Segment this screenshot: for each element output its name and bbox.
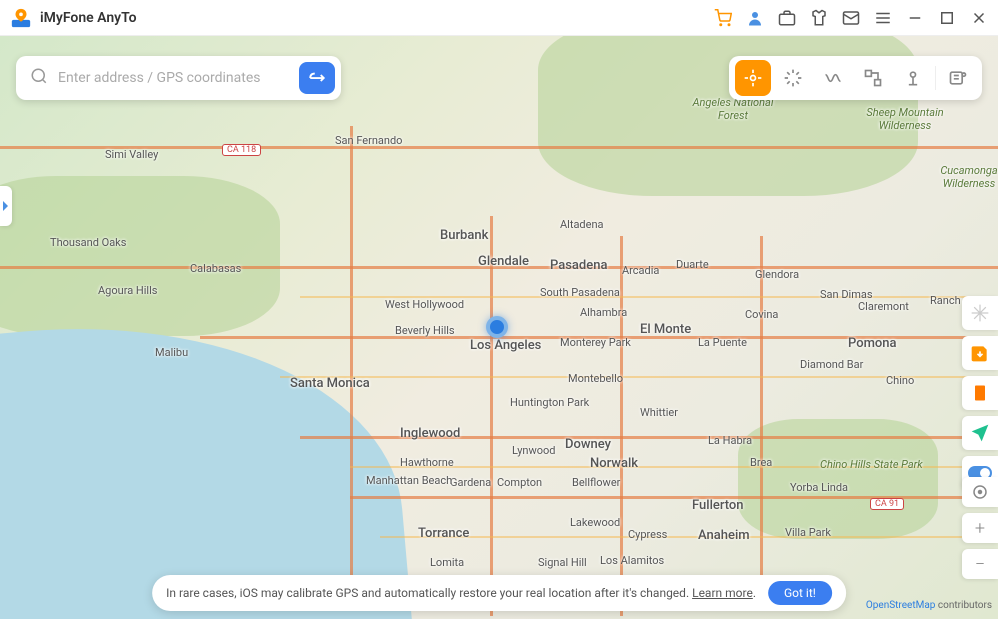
- notice-bar: In rare cases, iOS may calibrate GPS and…: [152, 575, 846, 611]
- side-tools: [962, 296, 998, 490]
- import-gpx-icon[interactable]: [962, 336, 998, 370]
- map[interactable]: Simi ValleySan FernandoThousand OaksAgou…: [0, 36, 998, 619]
- search-input[interactable]: [58, 70, 289, 86]
- search-box: [16, 56, 341, 100]
- notice-learn-more-link[interactable]: Learn more: [692, 586, 753, 600]
- attribution-suffix: contributors: [935, 600, 992, 611]
- titlebar-actions: [714, 9, 988, 27]
- mode-jump-button[interactable]: [775, 60, 811, 96]
- osm-link[interactable]: OpenStreetMap: [866, 600, 936, 611]
- briefcase-icon[interactable]: [778, 9, 796, 27]
- titlebar: iMyFone AnyTo: [0, 0, 998, 36]
- search-icon: [30, 67, 48, 89]
- shirt-icon[interactable]: [810, 9, 828, 27]
- maximize-icon[interactable]: [938, 9, 956, 27]
- notice-text: In rare cases, iOS may calibrate GPS and…: [166, 586, 689, 600]
- mode-custom-button[interactable]: [895, 60, 931, 96]
- highway-badge: CA 91: [870, 498, 904, 510]
- map-attribution: OpenStreetMap contributors: [866, 600, 992, 611]
- mode-two-spot-button[interactable]: [815, 60, 851, 96]
- notice-dismiss-button[interactable]: Got it!: [768, 581, 832, 605]
- export-gpx-icon[interactable]: [962, 376, 998, 410]
- app-logo-icon: [10, 7, 32, 29]
- mode-multi-spot-button[interactable]: [855, 60, 891, 96]
- menu-icon[interactable]: [874, 9, 892, 27]
- user-icon[interactable]: [746, 9, 764, 27]
- close-icon[interactable]: [970, 9, 988, 27]
- minimize-icon[interactable]: [906, 9, 924, 27]
- zoom-tools: + −: [962, 477, 998, 579]
- mode-records-button[interactable]: [940, 60, 976, 96]
- cart-icon[interactable]: [714, 9, 732, 27]
- zoom-in-button[interactable]: +: [962, 513, 998, 543]
- current-location-marker: [486, 316, 508, 338]
- search-go-button[interactable]: [299, 62, 335, 94]
- cooldown-icon[interactable]: [962, 296, 998, 330]
- mail-icon[interactable]: [842, 9, 860, 27]
- mode-separator: [935, 66, 936, 90]
- mode-toolbar: [729, 56, 982, 100]
- expand-panel-button[interactable]: [0, 186, 12, 226]
- mode-teleport-button[interactable]: [735, 60, 771, 96]
- app-title: iMyFone AnyTo: [40, 10, 137, 26]
- highway-badge: CA 118: [222, 144, 261, 156]
- locate-me-button[interactable]: [962, 477, 998, 507]
- zoom-out-button[interactable]: −: [962, 549, 998, 579]
- share-location-icon[interactable]: [962, 416, 998, 450]
